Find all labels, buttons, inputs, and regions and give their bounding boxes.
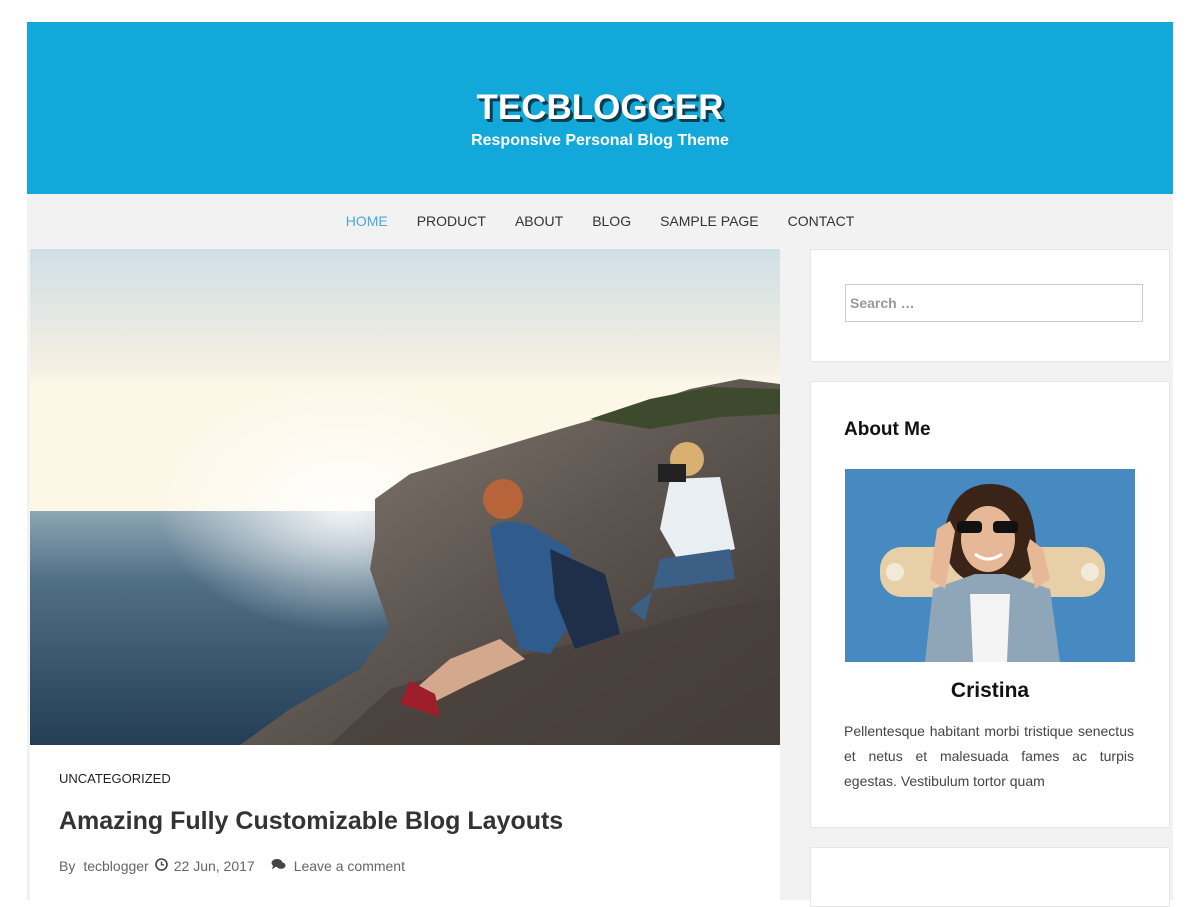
next-widget (810, 847, 1170, 907)
site-title[interactable]: TECBLOGGER (27, 88, 1173, 128)
post-title[interactable]: Amazing Fully Customizable Blog Layouts (59, 807, 563, 836)
profile-photo-icon (845, 469, 1135, 662)
about-text: Pellentesque habitant morbi tristique se… (844, 723, 1134, 789)
site-header: TECBLOGGER Responsive Personal Blog Them… (27, 22, 1173, 194)
post-card: UNCATEGORIZED Amazing Fully Customizable… (30, 249, 780, 900)
site-tagline: Responsive Personal Blog Theme (471, 132, 729, 149)
featured-photo-icon (30, 249, 780, 745)
about-photo (845, 469, 1135, 662)
main-navigation: HOME PRODUCT ABOUT BLOG SAMPLE PAGE CONT… (27, 194, 1173, 248)
about-widget-title: About Me (844, 419, 931, 440)
about-name: Cristina (950, 679, 1030, 702)
post-category[interactable]: UNCATEGORIZED (59, 771, 171, 786)
nav-item-contact[interactable]: CONTACT (788, 213, 855, 229)
meta-comment-link[interactable]: Leave a comment (294, 858, 405, 874)
clock-icon (154, 858, 168, 874)
post-meta: By tecblogger 22 Jun, 2017 Leave a comme… (59, 858, 405, 874)
comments-icon (271, 858, 286, 874)
meta-by-label: By (59, 858, 76, 874)
nav-list: HOME PRODUCT ABOUT BLOG SAMPLE PAGE CONT… (27, 194, 1173, 229)
nav-item-product[interactable]: PRODUCT (417, 213, 486, 229)
nav-item-home[interactable]: HOME (346, 213, 388, 229)
nav-item-blog[interactable]: BLOG (592, 213, 631, 229)
nav-item-sample-page[interactable]: SAMPLE PAGE (660, 213, 759, 229)
featured-image[interactable] (30, 249, 780, 745)
nav-item-about[interactable]: ABOUT (515, 213, 563, 229)
meta-author-link[interactable]: tecblogger (83, 858, 148, 874)
meta-date[interactable]: 22 Jun, 2017 (174, 858, 255, 874)
search-input[interactable] (845, 284, 1143, 322)
about-widget: About Me Cristina Pellentesque habitant … (810, 381, 1170, 828)
search-widget (810, 249, 1170, 362)
